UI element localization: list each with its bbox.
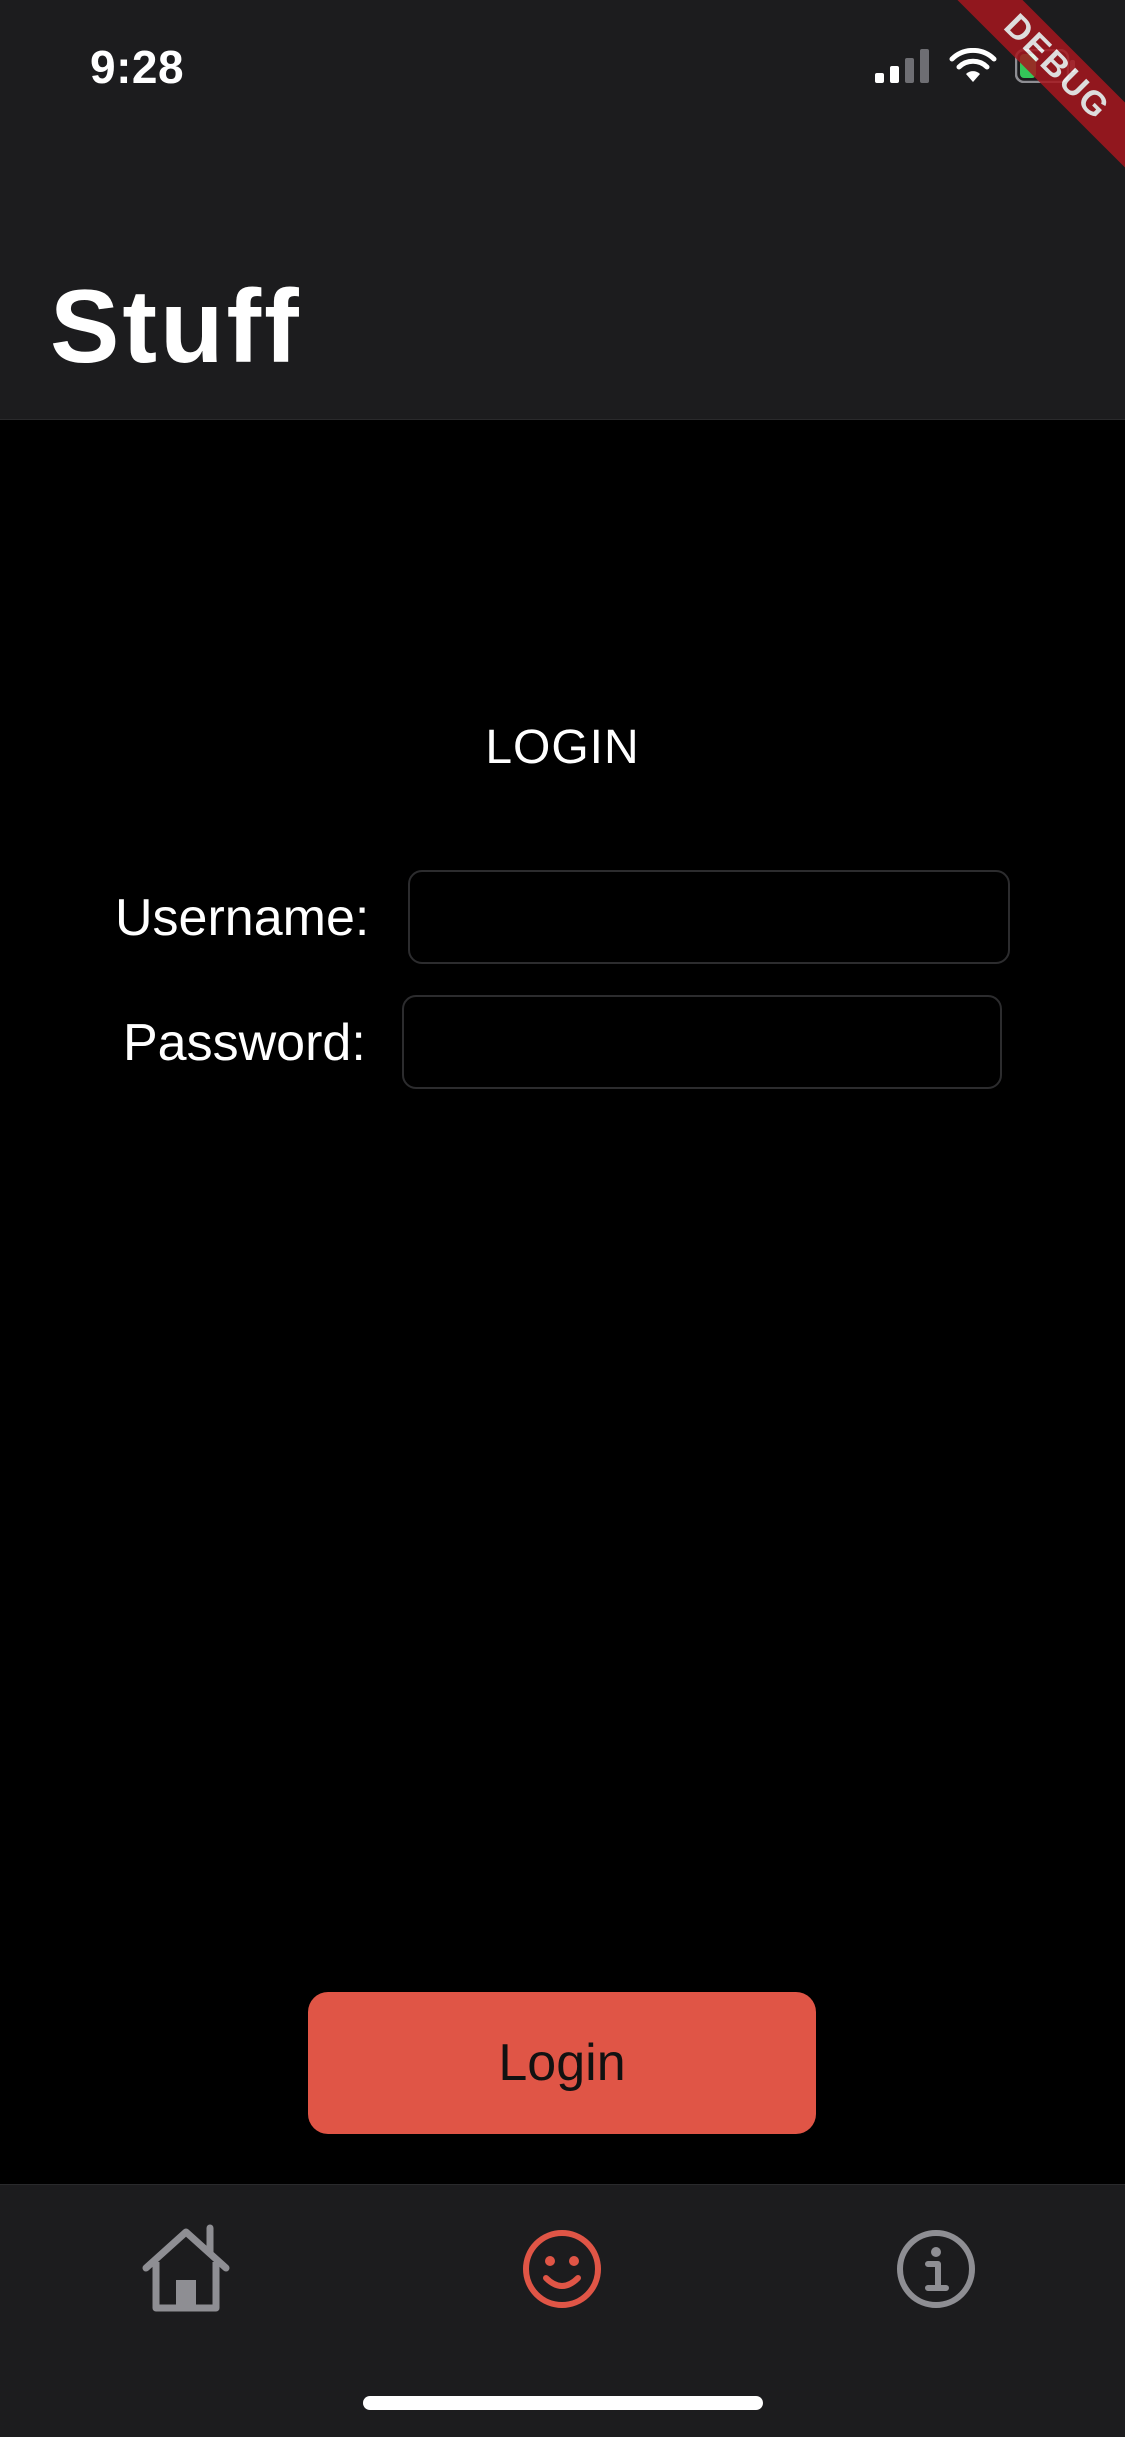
password-input[interactable] <box>402 995 1002 1089</box>
home-indicator[interactable] <box>363 2396 763 2410</box>
tab-info[interactable] <box>876 2211 996 2331</box>
tab-profile[interactable] <box>502 2211 622 2331</box>
page-title: Stuff <box>50 269 302 385</box>
cellular-signal-icon <box>875 49 931 88</box>
username-label: Username: <box>115 889 370 947</box>
tab-home[interactable] <box>126 2211 246 2331</box>
password-label: Password: <box>123 1014 366 1072</box>
login-heading: LOGIN <box>485 721 640 774</box>
info-icon <box>895 2228 977 2315</box>
home-icon <box>138 2224 234 2319</box>
username-input[interactable] <box>408 870 1010 964</box>
debug-label: DEBUG <box>948 0 1125 176</box>
status-time: 9:28 <box>90 41 185 93</box>
debug-banner: DEBUG <box>945 0 1125 180</box>
smiley-icon <box>521 2228 603 2315</box>
login-button[interactable]: Login <box>308 1992 816 2134</box>
app-header: 9:28 DEBUG Stuff <box>0 0 1125 420</box>
